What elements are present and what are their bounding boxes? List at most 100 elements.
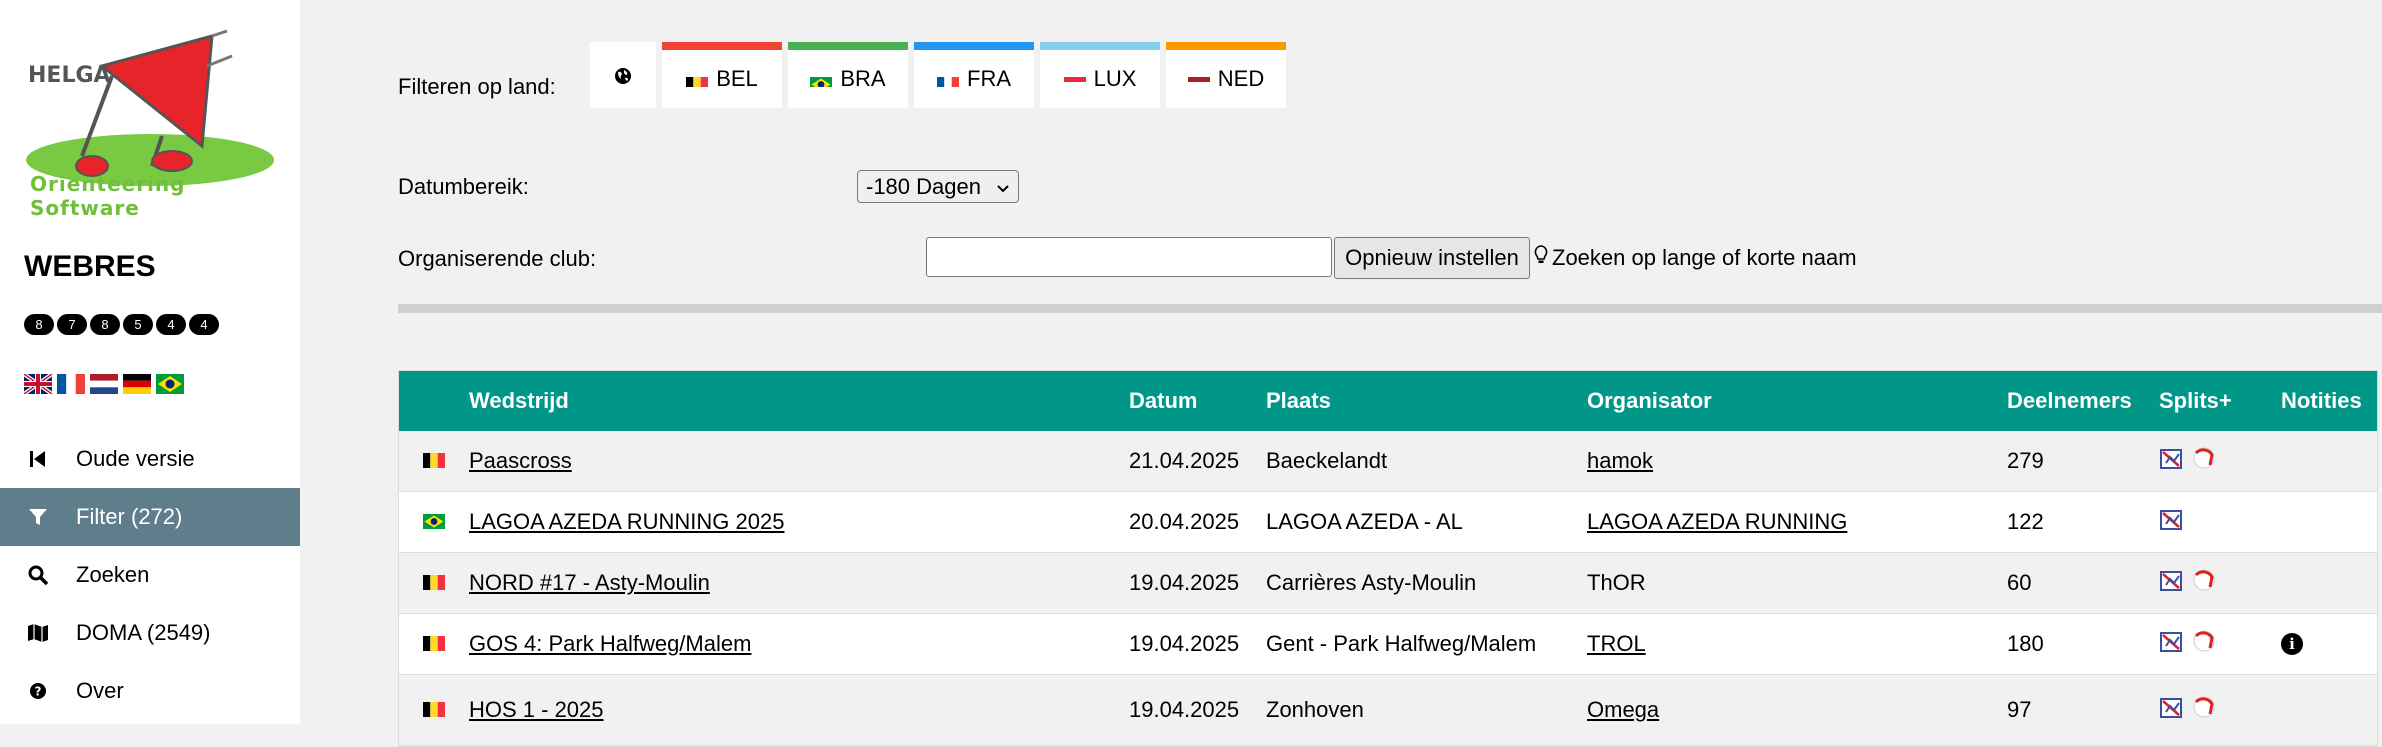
col-header-notes[interactable]: Notities: [2281, 388, 2362, 414]
organizer-link[interactable]: Omega: [1587, 697, 1659, 723]
splits-chart-icon[interactable]: [2159, 628, 2185, 660]
globe-icon: [613, 66, 633, 92]
event-date: 19.04.2025: [1129, 697, 1240, 722]
sidebar-nav: Oude versie Filter (272) Zoeken DOMA (25…: [0, 430, 300, 720]
country-tab-label: BRA: [840, 66, 886, 91]
event-link[interactable]: NORD #17 - Asty-Moulin: [469, 570, 710, 596]
splits-cell: [2159, 567, 2217, 599]
nav-item-label: Oude versie: [76, 446, 195, 471]
count-badge: 8: [90, 314, 120, 335]
country-tab-bra[interactable]: BRA: [788, 42, 908, 108]
be-flag-icon: [423, 570, 445, 596]
count-badges: 8 7 8 5 4 4: [24, 314, 219, 335]
event-date: 19.04.2025: [1129, 631, 1240, 656]
participant-count: 60: [2007, 570, 2032, 595]
nav-item-doma[interactable]: DOMA (2549): [0, 604, 300, 662]
main-content: Filteren op land: BEL BRA FRA LUX NED Da…: [300, 0, 2382, 747]
table-row: Paascross 21.04.2025 Baeckelandt hamok 2…: [399, 431, 2377, 492]
routegadget-icon[interactable]: [2191, 694, 2217, 726]
participant-count: 97: [2007, 697, 2032, 722]
event-link[interactable]: HOS 1 - 2025: [469, 697, 604, 723]
table-row: LAGOA AZEDA RUNNING 2025 20.04.2025 LAGO…: [399, 492, 2377, 553]
table-row: NORD #17 - Asty-Moulin 19.04.2025 Carriè…: [399, 553, 2377, 614]
club-search-input[interactable]: [926, 237, 1332, 277]
nav-item-label: Zoeken: [76, 562, 150, 587]
lu-flag-icon: [1063, 72, 1086, 87]
country-tabs: BEL BRA FRA LUX NED: [590, 42, 1286, 108]
splits-cell: [2159, 694, 2217, 726]
nav-item-label: DOMA (2549): [76, 620, 211, 645]
nav-item-label: Filter (272): [76, 504, 183, 529]
routegadget-icon[interactable]: [2191, 567, 2217, 599]
chevron-down-icon: [996, 174, 1010, 200]
br-flag-icon: [810, 72, 833, 87]
organizer-link[interactable]: hamok: [1587, 448, 1653, 474]
reset-button[interactable]: Opnieuw instellen: [1334, 237, 1530, 279]
country-tab-fra[interactable]: FRA: [914, 42, 1034, 108]
logo-brand: HELGA: [28, 63, 111, 88]
sidebar: HELGA Orienteering Software WEBRES 8 7 8…: [0, 0, 300, 724]
country-tab-ned[interactable]: NED: [1166, 42, 1286, 108]
nav-item-about[interactable]: ? Over: [0, 662, 300, 720]
splits-chart-icon[interactable]: [2159, 506, 2185, 538]
col-header-splits[interactable]: Splits+: [2159, 388, 2232, 414]
svg-text:?: ?: [35, 685, 42, 699]
country-tab-all[interactable]: [590, 42, 656, 108]
routegadget-icon[interactable]: [2191, 445, 2217, 477]
country-tab-lux[interactable]: LUX: [1040, 42, 1160, 108]
br-flag-icon[interactable]: [156, 374, 184, 394]
nav-item-filter[interactable]: Filter (272): [0, 488, 300, 546]
skip-back-icon: [0, 448, 76, 470]
col-header-organizer[interactable]: Organisator: [1587, 388, 1712, 414]
date-range-select[interactable]: -180 Dagen: [857, 170, 1019, 203]
event-date: 19.04.2025: [1129, 570, 1240, 595]
country-tab-label: NED: [1217, 66, 1265, 91]
be-flag-icon: [423, 697, 445, 723]
participant-count: 180: [2007, 631, 2044, 656]
language-selector: [24, 374, 184, 394]
count-badge: 5: [123, 314, 153, 335]
nav-item-search[interactable]: Zoeken: [0, 546, 300, 604]
notes-cell: i: [2281, 633, 2303, 655]
country-tab-bel[interactable]: BEL: [662, 42, 782, 108]
col-header-participants[interactable]: Deelnemers: [2007, 388, 2132, 414]
nav-item-label: Over: [76, 678, 124, 703]
event-place: Carrières Asty-Moulin: [1266, 570, 1477, 595]
nl-flag-icon[interactable]: [90, 374, 118, 394]
lightbulb-icon: [1534, 245, 1548, 271]
event-link[interactable]: LAGOA AZEDA RUNNING 2025: [469, 509, 784, 535]
splits-chart-icon[interactable]: [2159, 567, 2185, 599]
nav-item-old-version[interactable]: Oude versie: [0, 430, 300, 488]
de-flag-icon[interactable]: [123, 374, 151, 394]
br-flag-icon: [423, 509, 445, 535]
event-place: Gent - Park Halfweg/Malem: [1266, 631, 1537, 656]
event-place: LAGOA AZEDA - AL: [1266, 509, 1463, 534]
app-title: WEBRES: [24, 250, 156, 283]
table-row: GOS 4: Park Halfweg/Malem 19.04.2025 Gen…: [399, 614, 2377, 675]
organizer-link[interactable]: LAGOA AZEDA RUNNING: [1587, 509, 1847, 535]
participant-count: 122: [2007, 509, 2044, 534]
info-icon[interactable]: i: [2281, 633, 2303, 655]
splits-chart-icon[interactable]: [2159, 445, 2185, 477]
col-header-name[interactable]: Wedstrijd: [469, 388, 569, 414]
count-badge: 8: [24, 314, 54, 335]
table-row: HOS 1 - 2025 19.04.2025 Zonhoven Omega 9…: [399, 675, 2377, 746]
search-icon: [0, 564, 76, 586]
country-tab-label: BEL: [716, 66, 758, 91]
event-date: 20.04.2025: [1129, 509, 1240, 534]
be-flag-icon: [423, 448, 445, 474]
event-link[interactable]: Paascross: [469, 448, 572, 474]
col-header-date[interactable]: Datum: [1129, 388, 1197, 414]
en-flag-icon[interactable]: [24, 374, 52, 394]
country-tab-label: FRA: [967, 66, 1011, 91]
col-header-place[interactable]: Plaats: [1266, 388, 1331, 414]
splits-chart-icon[interactable]: [2159, 694, 2185, 726]
date-range-value: -180 Dagen: [866, 173, 981, 199]
table-header: Wedstrijd Datum Plaats Organisator Deeln…: [399, 371, 2377, 431]
fr-flag-icon[interactable]: [57, 374, 85, 394]
event-link[interactable]: GOS 4: Park Halfweg/Malem: [469, 631, 751, 657]
organizer-link[interactable]: TROL: [1587, 631, 1646, 657]
count-badge: 4: [189, 314, 219, 335]
map-icon: [0, 622, 76, 644]
routegadget-icon[interactable]: [2191, 628, 2217, 660]
